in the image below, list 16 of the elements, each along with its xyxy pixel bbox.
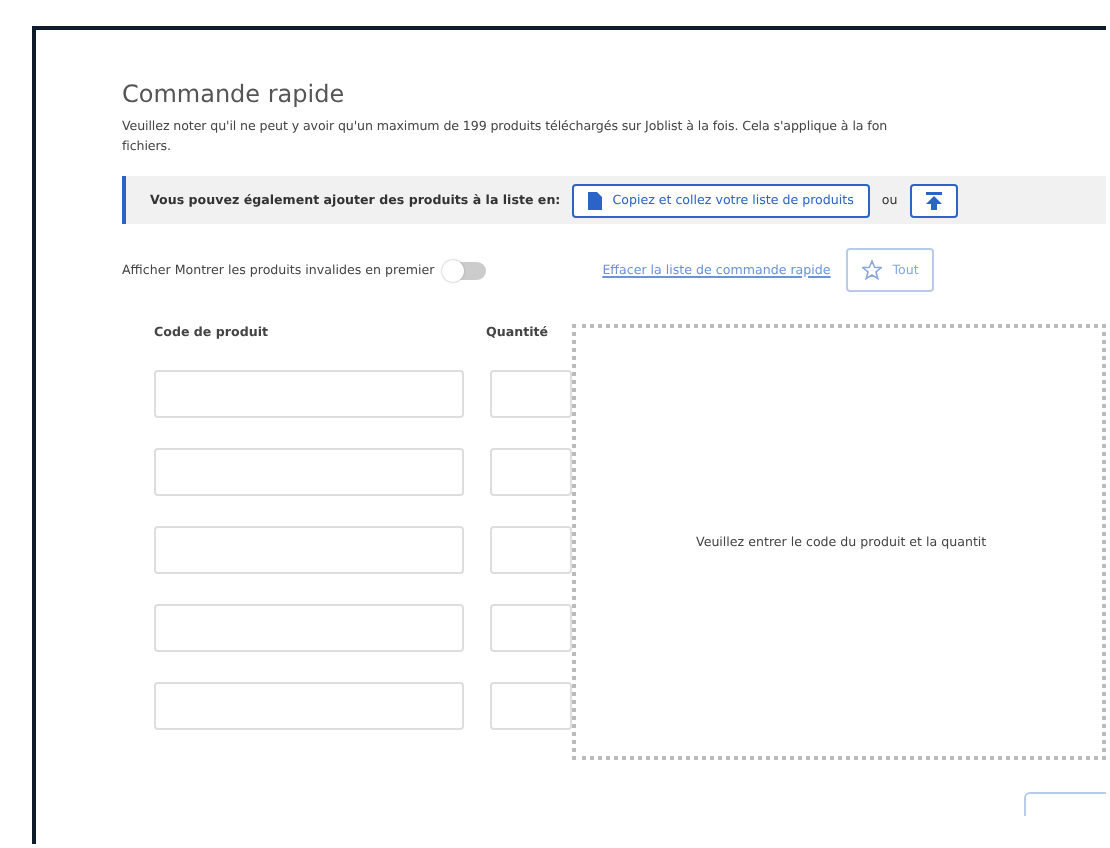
quantity-field[interactable]: [490, 682, 572, 730]
toggle-switch[interactable]: [444, 261, 487, 279]
product-code-field[interactable]: [154, 448, 464, 496]
product-code-field[interactable]: [154, 682, 464, 730]
quantity-field[interactable]: [490, 448, 572, 496]
product-code-field[interactable]: [154, 526, 464, 574]
quantity-field[interactable]: [490, 370, 572, 418]
product-code-field[interactable]: [154, 370, 464, 418]
product-code-field[interactable]: [154, 604, 464, 652]
quantity-field[interactable]: [490, 526, 572, 574]
quantity-field[interactable]: [490, 604, 572, 652]
upload-icon: [925, 191, 942, 209]
document-icon: [588, 191, 603, 209]
page-title: Commande rapide: [122, 80, 345, 108]
star-icon: [862, 260, 883, 280]
upload-button[interactable]: [909, 183, 958, 217]
